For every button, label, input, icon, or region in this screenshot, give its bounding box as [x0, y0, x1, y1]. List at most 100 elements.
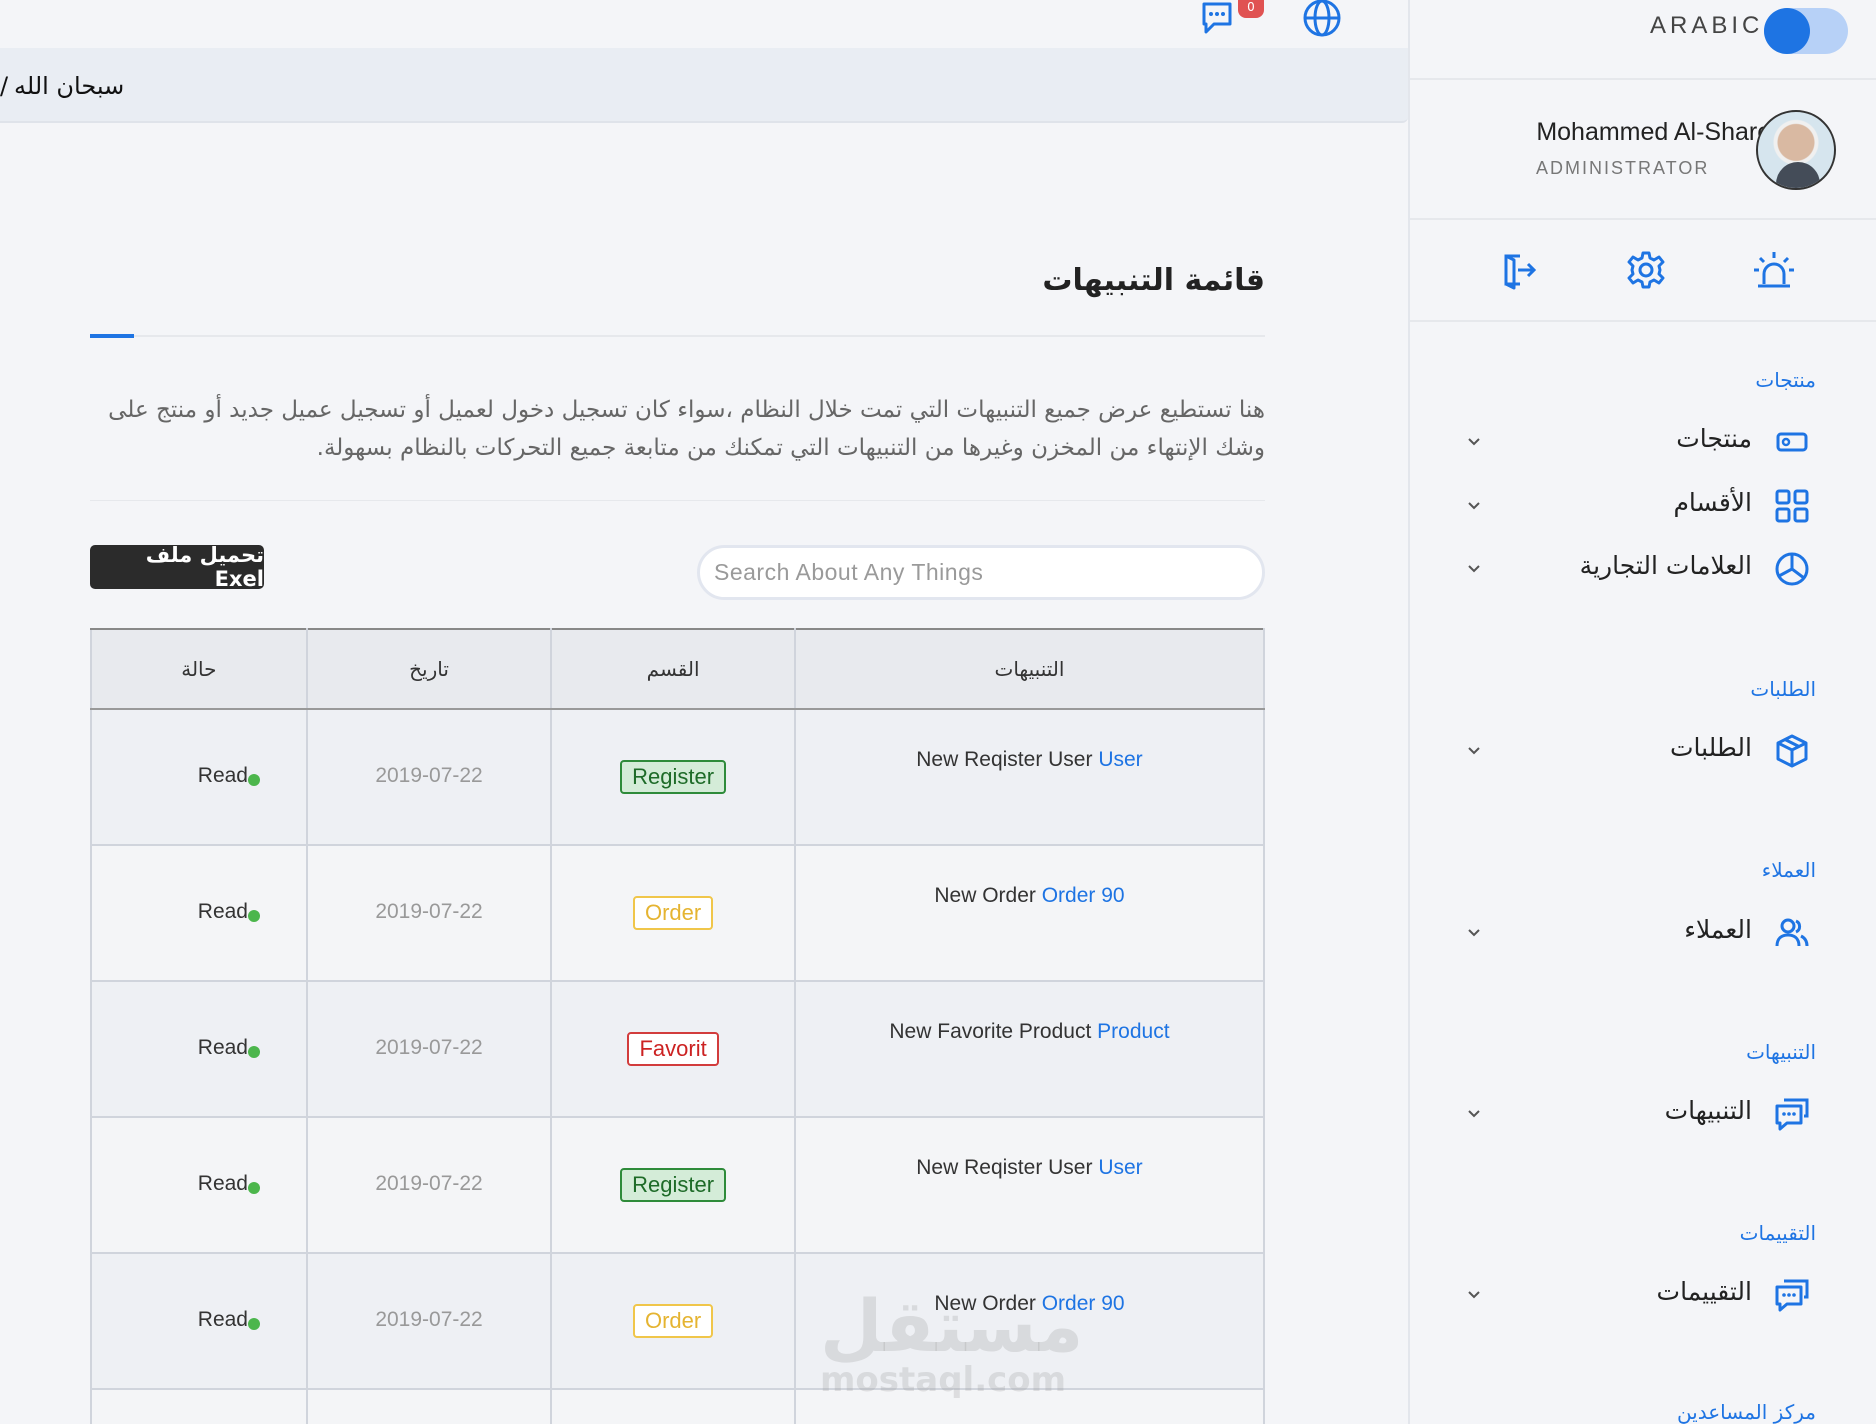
- read-status-dot: [247, 1182, 260, 1194]
- sidebar-item-orders[interactable]: الطلبات: [1410, 727, 1876, 777]
- user-profile: Mohammed Al-Shareef ADMINISTRATOR: [1410, 80, 1876, 220]
- chevron-down-icon[interactable]: [1464, 1285, 1484, 1305]
- date-cell: 2019-07-22: [305, 708, 553, 846]
- read-status-dot: [247, 1046, 260, 1058]
- breadcrumb-bar: [0, 48, 1408, 123]
- notification-link[interactable]: User: [1098, 748, 1142, 771]
- status-text: Read: [197, 1036, 248, 1059]
- logout-icon[interactable]: [1496, 248, 1540, 292]
- notification-text: New Favorite Product: [889, 1020, 1092, 1043]
- category-cell: Register: [550, 708, 796, 846]
- chevron-down-icon[interactable]: [1464, 559, 1484, 579]
- notification-text: New Reqister User: [916, 748, 1093, 771]
- date-cell: 2019-07-22: [305, 1252, 553, 1390]
- status-cell: Read: [90, 844, 308, 982]
- sidebar-item-brands[interactable]: العلامات التجارية: [1410, 545, 1876, 595]
- title-divider: [90, 335, 1265, 337]
- tag-icon: [1772, 422, 1812, 462]
- status-text: Read: [197, 1308, 248, 1331]
- notification-cell: New Order Order 90: [793, 844, 1266, 982]
- page: 0 / سبحان الله قائمة التنبيهات هنا تستطي…: [0, 0, 1876, 1424]
- page-title: قائمة التنبيهات: [1042, 263, 1265, 298]
- notification-text: New Order: [934, 884, 1036, 907]
- sidebar-item-label: التنبيهات: [1664, 1096, 1752, 1125]
- breadcrumb-separator: /: [0, 72, 9, 100]
- status-text: Read: [197, 900, 248, 923]
- chevron-down-icon[interactable]: [1464, 432, 1484, 452]
- chevron-down-icon[interactable]: [1464, 741, 1484, 761]
- status-cell: [90, 1388, 308, 1424]
- sidebar-item-notifications[interactable]: التنبيهات: [1410, 1090, 1876, 1140]
- date-text: 2019-07-22: [375, 1172, 483, 1195]
- gear-icon[interactable]: [1624, 248, 1668, 292]
- column-header-category: القسم: [550, 628, 796, 710]
- sidebar-item-label: الأقسام: [1673, 488, 1752, 517]
- section-title-notifications: التنبيهات: [1746, 1040, 1816, 1064]
- chevron-down-icon[interactable]: [1464, 1104, 1484, 1124]
- category-badge: Order: [632, 896, 714, 930]
- quick-actions: [1410, 220, 1876, 322]
- watermark-latin-text: mostaql.com: [820, 1360, 1067, 1400]
- chat-notifications-icon[interactable]: [1198, 0, 1242, 40]
- notification-link[interactable]: Order 90: [1042, 884, 1125, 907]
- alarm-icon[interactable]: [1752, 248, 1796, 292]
- status-cell: Read: [90, 1252, 308, 1390]
- notification-cell: New Reqister User User: [793, 1116, 1266, 1254]
- table-row: Read 2019-07-22 Register New Reqister Us…: [90, 708, 1266, 846]
- sidebar-item-products[interactable]: منتجات: [1410, 418, 1876, 468]
- download-excel-button[interactable]: تحميل ملف Exel: [90, 543, 264, 591]
- date-text: 2019-07-22: [375, 764, 483, 787]
- chevron-down-icon[interactable]: [1464, 496, 1484, 516]
- table-row: Read 2019-07-22 Order New Order Order 90: [90, 1252, 1266, 1390]
- avatar[interactable]: [1756, 110, 1836, 190]
- top-bar: 0: [0, 0, 1408, 48]
- column-header-status: حالة: [90, 628, 308, 710]
- category-cell: [550, 1388, 796, 1424]
- table-row: Read 2019-07-22 Order New Order Order 90: [90, 844, 1266, 982]
- sidebar: ARABIC Mohammed Al-Shareef ADMINISTRATOR…: [1408, 0, 1876, 1424]
- language-toggle[interactable]: [1764, 8, 1848, 54]
- read-status-dot: [247, 1318, 260, 1330]
- section-title-customers: العملاء: [1761, 858, 1816, 882]
- notification-link[interactable]: User: [1098, 1156, 1142, 1179]
- breadcrumb[interactable]: سبحان الله: [14, 72, 124, 100]
- language-label: ARABIC: [1650, 12, 1764, 39]
- notification-link[interactable]: Product: [1097, 1020, 1169, 1043]
- category-cell: Register: [550, 1116, 796, 1254]
- category-badge: Order: [632, 1304, 714, 1338]
- category-cell: Order: [550, 1252, 796, 1390]
- column-header-date: تاريخ: [305, 628, 553, 710]
- sidebar-item-label: منتجات: [1676, 424, 1752, 453]
- sidebar-item-customers[interactable]: العملاء: [1410, 909, 1876, 959]
- status-text: Read: [197, 764, 248, 787]
- sidebar-item-categories[interactable]: الأقسام: [1410, 482, 1876, 532]
- chevron-down-icon[interactable]: [1464, 923, 1484, 943]
- user-role: ADMINISTRATOR: [1536, 158, 1710, 178]
- date-cell: [305, 1388, 553, 1424]
- category-cell: Favorit: [550, 980, 796, 1118]
- table-row: Read 2019-07-22 Favorit New Favorite Pro…: [90, 980, 1266, 1118]
- column-header-notifications: التنبيهات: [793, 628, 1266, 710]
- notification-text: New Reqister User: [916, 1156, 1093, 1179]
- status-cell: Read: [90, 980, 308, 1118]
- sidebar-item-label: العملاء: [1684, 915, 1752, 944]
- sidebar-item-label: التقييمات: [1656, 1277, 1752, 1306]
- table-header-row: حالة تاريخ القسم التنبيهات: [90, 628, 1266, 710]
- watermark-logo: مستقل mostaql.com: [820, 1290, 1083, 1400]
- search-input[interactable]: [697, 545, 1265, 600]
- date-text: 2019-07-22: [375, 900, 483, 923]
- date-cell: 2019-07-22: [305, 1116, 553, 1254]
- notification-count-badge: 0: [1238, 0, 1264, 18]
- date-text: 2019-07-22: [375, 1036, 483, 1059]
- globe-icon[interactable]: [1300, 0, 1344, 40]
- category-badge: Register: [620, 760, 727, 794]
- section-title-orders: الطلبات: [1750, 677, 1816, 701]
- toggle-knob: [1764, 8, 1810, 54]
- category-badge: Favorit: [627, 1032, 719, 1066]
- section-title-help-center: مركز المساعدين: [1676, 1400, 1816, 1424]
- chat-icon: [1772, 1275, 1812, 1315]
- notifications-table: حالة تاريخ القسم التنبيهات Read 2019-07-…: [90, 628, 1266, 1424]
- date-cell: 2019-07-22: [305, 844, 553, 982]
- chat-icon: [1772, 1094, 1812, 1134]
- sidebar-item-ratings[interactable]: التقييمات: [1410, 1271, 1876, 1321]
